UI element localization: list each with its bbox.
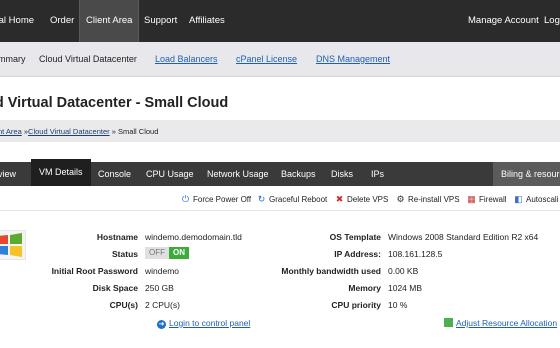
hostname-value: windemo.demodomain.tld: [145, 232, 242, 242]
breadcrumb: nt Area »Cloud Virtual Datacenter » Smal…: [0, 120, 560, 142]
graceful-shutdown-icon: ↻: [257, 194, 266, 204]
breadcrumb-separator: »: [109, 127, 118, 136]
cpu-priority-label: CPU priority: [331, 300, 381, 310]
os-template-label: OS Template: [329, 232, 381, 242]
tab-billing-resources[interactable]: Biling & resourc: [493, 162, 560, 186]
breadcrumb-cloud-datacenter[interactable]: Cloud Virtual Datacenter: [28, 127, 110, 136]
tab-network-usage[interactable]: Network Usage: [207, 162, 269, 186]
tab-disks[interactable]: Disks: [331, 162, 353, 186]
reinstall-icon: ⚙: [396, 194, 405, 204]
nav-manage-account[interactable]: Manage Account: [468, 0, 539, 42]
hostname-label: Hostname: [96, 232, 138, 242]
breadcrumb-client-area[interactable]: nt Area: [0, 127, 22, 136]
subnav-dns-management[interactable]: DNS Management: [316, 54, 390, 64]
status-label: Status: [112, 249, 138, 259]
delete-vps-button[interactable]: ✖ Delete VPS: [335, 194, 389, 205]
status-toggle[interactable]: OFF ON: [145, 247, 189, 259]
action-label: Force Power Off: [193, 195, 252, 204]
top-navigation: tal Home Order Client Area Support Affil…: [0, 0, 560, 42]
action-label: Firewall: [479, 195, 507, 204]
ip-address-label: IP Address:: [334, 249, 381, 259]
bandwidth-label: Monthly bandwidth used: [281, 266, 381, 276]
action-label: Delete VPS: [347, 195, 389, 204]
action-label: Re-install VPS: [408, 195, 460, 204]
nav-affiliates[interactable]: Affiliates: [189, 0, 225, 42]
delete-icon: ✖: [335, 194, 344, 204]
nav-logout[interactable]: Log: [544, 0, 560, 42]
firewall-button[interactable]: ▦ Firewall: [467, 194, 507, 205]
tab-vm-details[interactable]: VM Details: [31, 159, 91, 186]
subnav-cloud-virtual-datacenter[interactable]: Cloud Virtual Datacenter: [39, 54, 137, 64]
tab-bar: view VM Details Console CPU Usage Networ…: [0, 159, 560, 186]
memory-value: 1024 MB: [388, 283, 423, 293]
autoscaling-button[interactable]: ◧ Autoscali: [514, 194, 558, 205]
power-icon: ⏻: [181, 194, 190, 204]
login-control-panel-link[interactable]: ➜ Login to control panel: [157, 318, 250, 329]
graceful-reboot-button[interactable]: ↻ Graceful Reboot: [257, 194, 328, 205]
memory-label: Memory: [348, 283, 381, 293]
adjust-resource-allocation-link[interactable]: Adjust Resource Allocation: [444, 318, 557, 328]
tab-console[interactable]: Console: [98, 162, 131, 186]
status-on-badge[interactable]: ON: [169, 247, 189, 259]
status-off-badge[interactable]: OFF: [145, 247, 169, 259]
root-password-label: Initial Root Password: [51, 266, 138, 276]
vm-action-bar: ⏻ Force Power Off ↻ Graceful Reboot ✖ Delet…: [0, 186, 560, 211]
nav-order[interactable]: Order: [50, 0, 74, 42]
tab-overview[interactable]: view: [0, 162, 16, 186]
subnav-cpanel-license[interactable]: cPanel License: [236, 54, 297, 64]
ip-address-value: 108.161.128.5: [388, 249, 443, 259]
firewall-icon: ▦: [467, 194, 476, 204]
autoscale-icon: ◧: [514, 194, 523, 204]
login-link-label: Login to control panel: [169, 318, 251, 328]
page-title: ud Virtual Datacenter - Small Cloud: [0, 95, 229, 111]
nav-portal-home[interactable]: tal Home: [0, 0, 34, 42]
arrow-right-icon: ➜: [157, 320, 166, 329]
nav-support[interactable]: Support: [144, 0, 177, 42]
cpu-priority-value: 10 %: [388, 300, 408, 310]
tab-ips[interactable]: IPs: [371, 162, 384, 186]
cpu-value: 2 CPU(s): [145, 300, 180, 310]
root-password-value: windemo: [145, 266, 180, 276]
breadcrumb-current: Small Cloud: [117, 127, 159, 136]
action-label: Graceful Reboot: [269, 195, 328, 204]
subnav-summary[interactable]: mmary: [0, 54, 26, 64]
reinstall-vps-button[interactable]: ⚙ Re-install VPS: [396, 194, 460, 205]
tab-backups[interactable]: Backups: [281, 162, 316, 186]
bandwidth-value: 0.00 KB: [388, 266, 419, 276]
os-template-value: Windows 2008 Standard Edition R2 x64: [388, 232, 539, 242]
disk-space-label: Disk Space: [92, 283, 138, 293]
sub-navigation: mmary Cloud Virtual Datacenter Load Bala…: [0, 42, 560, 77]
subnav-load-balancers[interactable]: Load Balancers: [155, 54, 218, 64]
cpu-label: CPU(s): [109, 300, 138, 310]
disk-space-value: 250 GB: [145, 283, 174, 293]
action-label: Autoscali: [526, 195, 559, 204]
resource-allocation-icon: [444, 318, 453, 327]
adjust-link-label: Adjust Resource Allocation: [456, 318, 558, 328]
tab-cpu-usage[interactable]: CPU Usage: [146, 162, 194, 186]
nav-client-area[interactable]: Client Area: [79, 0, 140, 42]
windows-logo-icon: [0, 230, 26, 260]
force-power-off-button[interactable]: ⏻ Force Power Off: [181, 194, 251, 205]
